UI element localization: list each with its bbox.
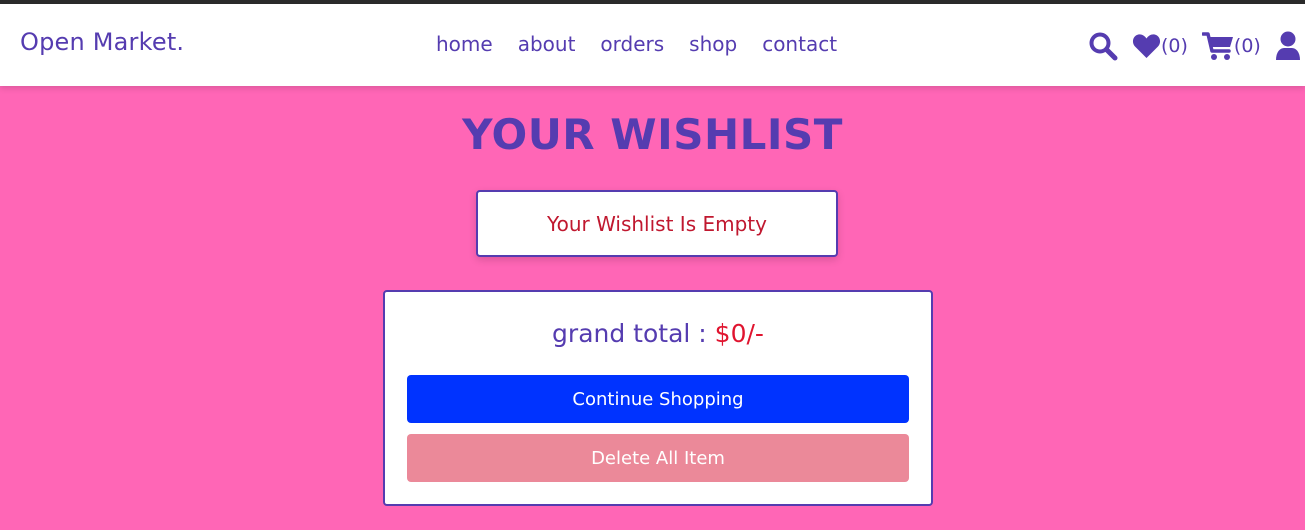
main-nav: home about orders shop contact <box>436 32 837 56</box>
user-icon <box>1275 31 1301 61</box>
nav-contact[interactable]: contact <box>762 32 837 56</box>
user-button[interactable] <box>1275 31 1301 61</box>
nav-home[interactable]: home <box>436 32 493 56</box>
wishlist-summary: grand total : $0/- Continue Shopping Del… <box>383 290 933 506</box>
empty-message: Your Wishlist Is Empty <box>547 211 767 236</box>
grand-total-label: grand total : <box>552 319 715 348</box>
grand-total: grand total : $0/- <box>385 319 931 348</box>
cart-icon <box>1201 31 1234 61</box>
wishlist-button[interactable]: (0) <box>1132 33 1188 59</box>
nav-about[interactable]: about <box>518 32 576 56</box>
cart-count: (0) <box>1233 35 1261 57</box>
nav-orders[interactable]: orders <box>600 32 664 56</box>
header-icons: (0) (0) <box>1088 28 1301 64</box>
site-header: Open Market. home about orders shop cont… <box>0 4 1305 86</box>
page-title: YOUR WISHLIST <box>462 110 843 159</box>
search-button[interactable] <box>1088 31 1118 61</box>
continue-shopping-button[interactable]: Continue Shopping <box>407 375 909 423</box>
wishlist-count: (0) <box>1161 35 1188 57</box>
empty-wishlist-box: Your Wishlist Is Empty <box>476 190 838 257</box>
search-icon <box>1088 31 1118 61</box>
logo-link[interactable]: Open Market. <box>20 28 184 56</box>
grand-total-value: $0/- <box>714 319 764 348</box>
heart-icon <box>1132 33 1161 59</box>
cart-button[interactable]: (0) <box>1201 31 1261 61</box>
delete-all-button[interactable]: Delete All Item <box>407 434 909 482</box>
nav-shop[interactable]: shop <box>689 32 737 56</box>
